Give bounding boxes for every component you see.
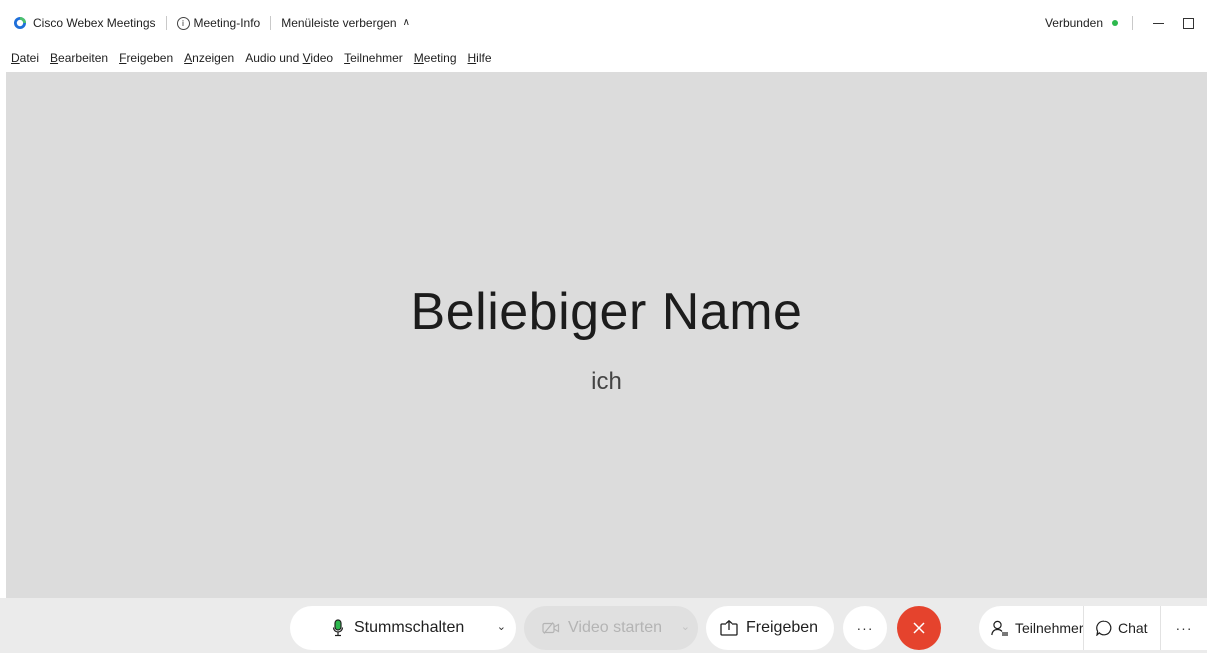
title-bar-left: Cisco Webex Meetings i Meeting-Info Menü… [0, 12, 410, 34]
video-options-chevron-down-icon[interactable]: ⌄ [681, 620, 690, 633]
chevron-up-icon: ∧ [402, 16, 410, 28]
webex-meeting-window: Cisco Webex Meetings i Meeting-Info Menü… [0, 0, 1207, 653]
meeting-info-label: Meeting-Info [193, 16, 261, 30]
maximize-button[interactable] [1177, 12, 1199, 34]
microphone-icon [332, 619, 344, 637]
share-button[interactable]: Freigeben [706, 606, 834, 650]
menu-bearbeiten[interactable]: Bearbeiten [50, 51, 108, 65]
meeting-control-bar: Stummschalten ⌄ Video starten ⌄ Freigebe… [0, 598, 1207, 653]
video-stage: Beliebiger Name ich [6, 72, 1207, 598]
participants-label: Teilnehmer [1015, 620, 1084, 636]
participants-button[interactable]: Teilnehmer [979, 606, 1083, 650]
close-icon [913, 622, 925, 634]
menu-anzeigen[interactable]: Anzeigen [184, 51, 234, 65]
status-dot-icon [1112, 20, 1118, 26]
title-bar-right: Verbunden [1045, 12, 1207, 34]
more-options-button[interactable]: ··· [843, 606, 887, 650]
menu-hilfe[interactable]: Hilfe [468, 51, 492, 65]
menu-audio-video[interactable]: Audio und Video [245, 51, 333, 65]
menu-teilnehmer[interactable]: Teilnehmer [344, 51, 403, 65]
more-options-icon: ··· [856, 620, 874, 636]
hide-menu-label: Menüleiste verbergen [281, 16, 397, 30]
panel-more-button[interactable]: ··· [1161, 606, 1207, 650]
title-separator [270, 16, 272, 30]
start-video-button[interactable]: Video starten ⌄ [524, 606, 698, 650]
title-bar: Cisco Webex Meetings i Meeting-Info Menü… [0, 0, 1207, 46]
chat-label: Chat [1118, 620, 1148, 636]
connection-status: Verbunden [1044, 16, 1103, 30]
minimize-icon [1152, 22, 1164, 24]
participant-name: Beliebiger Name [410, 283, 803, 341]
maximize-icon [1182, 17, 1194, 29]
share-label: Freigeben [746, 619, 819, 636]
chat-bubble-icon [1096, 620, 1112, 636]
start-video-label: Video starten [568, 619, 662, 636]
hide-menu-bar-button[interactable]: Menüleiste verbergen ∧ [281, 16, 410, 30]
chat-button[interactable]: Chat [1084, 606, 1160, 650]
menu-bar: Datei Bearbeiten Freigeben Anzeigen Audi… [0, 46, 1207, 70]
panel-more-icon: ··· [1175, 620, 1193, 636]
mute-options-chevron-down-icon[interactable]: ⌄ [497, 620, 506, 633]
title-separator [1132, 16, 1133, 30]
participant-subtitle: ich [591, 368, 622, 395]
minimize-button[interactable] [1147, 12, 1169, 34]
meeting-info-button[interactable]: i Meeting-Info [176, 16, 261, 30]
participants-icon [991, 620, 1009, 636]
webex-logo-icon [13, 16, 27, 30]
mute-label: Stummschalten [354, 619, 465, 636]
menu-datei[interactable]: Datei [11, 51, 39, 65]
mute-button[interactable]: Stummschalten ⌄ [290, 606, 516, 650]
leave-meeting-button[interactable] [897, 606, 941, 650]
info-icon: i [176, 16, 190, 30]
menu-freigeben[interactable]: Freigeben [119, 51, 173, 65]
app-name: Cisco Webex Meetings [33, 16, 156, 30]
video-off-icon [542, 621, 560, 635]
menu-meeting[interactable]: Meeting [414, 51, 457, 65]
share-icon [720, 620, 738, 636]
title-separator [165, 16, 167, 30]
panel-buttons-group: Teilnehmer Chat ··· [979, 606, 1207, 650]
